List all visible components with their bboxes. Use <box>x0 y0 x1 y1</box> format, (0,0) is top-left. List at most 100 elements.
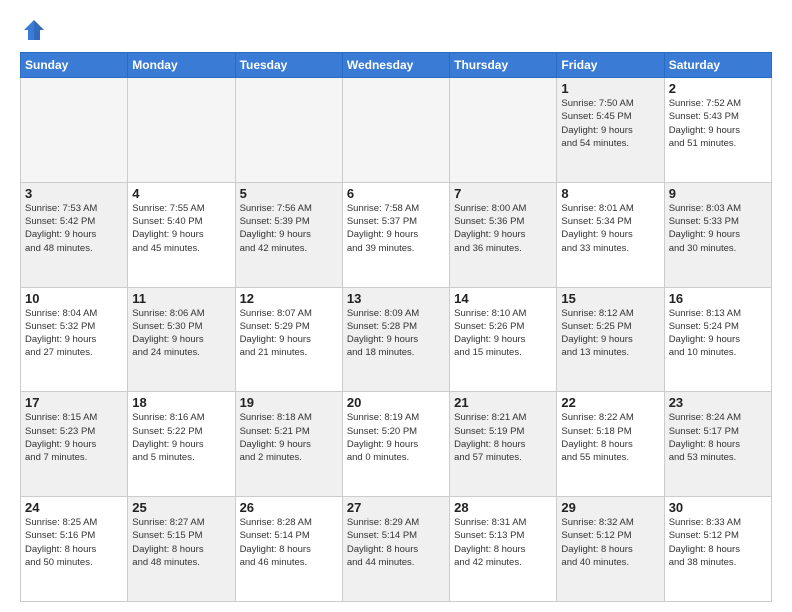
day-info: Sunrise: 8:09 AM Sunset: 5:28 PM Dayligh… <box>347 307 445 360</box>
day-number: 6 <box>347 186 445 201</box>
week-row-5: 24Sunrise: 8:25 AM Sunset: 5:16 PM Dayli… <box>21 497 772 602</box>
logo <box>20 16 52 44</box>
day-cell: 12Sunrise: 8:07 AM Sunset: 5:29 PM Dayli… <box>235 287 342 392</box>
day-info: Sunrise: 7:55 AM Sunset: 5:40 PM Dayligh… <box>132 202 230 255</box>
day-info: Sunrise: 8:03 AM Sunset: 5:33 PM Dayligh… <box>669 202 767 255</box>
week-row-1: 1Sunrise: 7:50 AM Sunset: 5:45 PM Daylig… <box>21 78 772 183</box>
day-info: Sunrise: 8:21 AM Sunset: 5:19 PM Dayligh… <box>454 411 552 464</box>
col-header-tuesday: Tuesday <box>235 53 342 78</box>
day-cell: 18Sunrise: 8:16 AM Sunset: 5:22 PM Dayli… <box>128 392 235 497</box>
day-cell: 26Sunrise: 8:28 AM Sunset: 5:14 PM Dayli… <box>235 497 342 602</box>
day-cell: 9Sunrise: 8:03 AM Sunset: 5:33 PM Daylig… <box>664 182 771 287</box>
day-info: Sunrise: 8:15 AM Sunset: 5:23 PM Dayligh… <box>25 411 123 464</box>
day-cell: 29Sunrise: 8:32 AM Sunset: 5:12 PM Dayli… <box>557 497 664 602</box>
day-number: 25 <box>132 500 230 515</box>
day-number: 16 <box>669 291 767 306</box>
day-number: 10 <box>25 291 123 306</box>
day-cell: 10Sunrise: 8:04 AM Sunset: 5:32 PM Dayli… <box>21 287 128 392</box>
day-number: 18 <box>132 395 230 410</box>
day-info: Sunrise: 8:07 AM Sunset: 5:29 PM Dayligh… <box>240 307 338 360</box>
day-cell: 3Sunrise: 7:53 AM Sunset: 5:42 PM Daylig… <box>21 182 128 287</box>
day-cell: 8Sunrise: 8:01 AM Sunset: 5:34 PM Daylig… <box>557 182 664 287</box>
day-info: Sunrise: 8:33 AM Sunset: 5:12 PM Dayligh… <box>669 516 767 569</box>
day-cell: 11Sunrise: 8:06 AM Sunset: 5:30 PM Dayli… <box>128 287 235 392</box>
day-number: 1 <box>561 81 659 96</box>
day-number: 3 <box>25 186 123 201</box>
day-info: Sunrise: 7:50 AM Sunset: 5:45 PM Dayligh… <box>561 97 659 150</box>
day-cell: 27Sunrise: 8:29 AM Sunset: 5:14 PM Dayli… <box>342 497 449 602</box>
day-number: 13 <box>347 291 445 306</box>
col-header-friday: Friday <box>557 53 664 78</box>
day-cell: 6Sunrise: 7:58 AM Sunset: 5:37 PM Daylig… <box>342 182 449 287</box>
day-info: Sunrise: 8:16 AM Sunset: 5:22 PM Dayligh… <box>132 411 230 464</box>
day-cell: 30Sunrise: 8:33 AM Sunset: 5:12 PM Dayli… <box>664 497 771 602</box>
header-row: SundayMondayTuesdayWednesdayThursdayFrid… <box>21 53 772 78</box>
day-number: 9 <box>669 186 767 201</box>
day-cell: 28Sunrise: 8:31 AM Sunset: 5:13 PM Dayli… <box>450 497 557 602</box>
day-number: 29 <box>561 500 659 515</box>
day-info: Sunrise: 8:19 AM Sunset: 5:20 PM Dayligh… <box>347 411 445 464</box>
week-row-4: 17Sunrise: 8:15 AM Sunset: 5:23 PM Dayli… <box>21 392 772 497</box>
day-number: 23 <box>669 395 767 410</box>
week-row-2: 3Sunrise: 7:53 AM Sunset: 5:42 PM Daylig… <box>21 182 772 287</box>
calendar-table: SundayMondayTuesdayWednesdayThursdayFrid… <box>20 52 772 602</box>
day-cell: 14Sunrise: 8:10 AM Sunset: 5:26 PM Dayli… <box>450 287 557 392</box>
day-number: 24 <box>25 500 123 515</box>
day-number: 20 <box>347 395 445 410</box>
day-number: 15 <box>561 291 659 306</box>
day-info: Sunrise: 8:32 AM Sunset: 5:12 PM Dayligh… <box>561 516 659 569</box>
day-cell: 2Sunrise: 7:52 AM Sunset: 5:43 PM Daylig… <box>664 78 771 183</box>
day-info: Sunrise: 8:10 AM Sunset: 5:26 PM Dayligh… <box>454 307 552 360</box>
day-cell: 25Sunrise: 8:27 AM Sunset: 5:15 PM Dayli… <box>128 497 235 602</box>
day-info: Sunrise: 8:00 AM Sunset: 5:36 PM Dayligh… <box>454 202 552 255</box>
day-cell: 17Sunrise: 8:15 AM Sunset: 5:23 PM Dayli… <box>21 392 128 497</box>
day-cell: 15Sunrise: 8:12 AM Sunset: 5:25 PM Dayli… <box>557 287 664 392</box>
day-number: 17 <box>25 395 123 410</box>
day-info: Sunrise: 8:12 AM Sunset: 5:25 PM Dayligh… <box>561 307 659 360</box>
day-number: 5 <box>240 186 338 201</box>
day-info: Sunrise: 7:53 AM Sunset: 5:42 PM Dayligh… <box>25 202 123 255</box>
day-info: Sunrise: 8:24 AM Sunset: 5:17 PM Dayligh… <box>669 411 767 464</box>
week-row-3: 10Sunrise: 8:04 AM Sunset: 5:32 PM Dayli… <box>21 287 772 392</box>
day-info: Sunrise: 7:58 AM Sunset: 5:37 PM Dayligh… <box>347 202 445 255</box>
header <box>20 16 772 44</box>
day-info: Sunrise: 8:04 AM Sunset: 5:32 PM Dayligh… <box>25 307 123 360</box>
day-cell <box>342 78 449 183</box>
day-cell <box>450 78 557 183</box>
day-number: 11 <box>132 291 230 306</box>
day-info: Sunrise: 8:06 AM Sunset: 5:30 PM Dayligh… <box>132 307 230 360</box>
day-number: 19 <box>240 395 338 410</box>
day-cell <box>21 78 128 183</box>
day-cell <box>235 78 342 183</box>
day-number: 22 <box>561 395 659 410</box>
day-info: Sunrise: 8:01 AM Sunset: 5:34 PM Dayligh… <box>561 202 659 255</box>
day-info: Sunrise: 8:29 AM Sunset: 5:14 PM Dayligh… <box>347 516 445 569</box>
day-cell: 13Sunrise: 8:09 AM Sunset: 5:28 PM Dayli… <box>342 287 449 392</box>
col-header-thursday: Thursday <box>450 53 557 78</box>
day-number: 4 <box>132 186 230 201</box>
day-cell: 4Sunrise: 7:55 AM Sunset: 5:40 PM Daylig… <box>128 182 235 287</box>
day-number: 14 <box>454 291 552 306</box>
day-cell: 24Sunrise: 8:25 AM Sunset: 5:16 PM Dayli… <box>21 497 128 602</box>
day-cell: 22Sunrise: 8:22 AM Sunset: 5:18 PM Dayli… <box>557 392 664 497</box>
day-cell: 21Sunrise: 8:21 AM Sunset: 5:19 PM Dayli… <box>450 392 557 497</box>
day-cell <box>128 78 235 183</box>
day-number: 8 <box>561 186 659 201</box>
day-cell: 1Sunrise: 7:50 AM Sunset: 5:45 PM Daylig… <box>557 78 664 183</box>
day-info: Sunrise: 7:52 AM Sunset: 5:43 PM Dayligh… <box>669 97 767 150</box>
day-number: 30 <box>669 500 767 515</box>
col-header-saturday: Saturday <box>664 53 771 78</box>
logo-icon <box>20 16 48 44</box>
day-info: Sunrise: 7:56 AM Sunset: 5:39 PM Dayligh… <box>240 202 338 255</box>
day-cell: 5Sunrise: 7:56 AM Sunset: 5:39 PM Daylig… <box>235 182 342 287</box>
day-cell: 7Sunrise: 8:00 AM Sunset: 5:36 PM Daylig… <box>450 182 557 287</box>
day-cell: 16Sunrise: 8:13 AM Sunset: 5:24 PM Dayli… <box>664 287 771 392</box>
day-number: 7 <box>454 186 552 201</box>
day-info: Sunrise: 8:22 AM Sunset: 5:18 PM Dayligh… <box>561 411 659 464</box>
day-info: Sunrise: 8:28 AM Sunset: 5:14 PM Dayligh… <box>240 516 338 569</box>
day-number: 26 <box>240 500 338 515</box>
day-number: 27 <box>347 500 445 515</box>
col-header-monday: Monday <box>128 53 235 78</box>
day-number: 21 <box>454 395 552 410</box>
day-cell: 19Sunrise: 8:18 AM Sunset: 5:21 PM Dayli… <box>235 392 342 497</box>
